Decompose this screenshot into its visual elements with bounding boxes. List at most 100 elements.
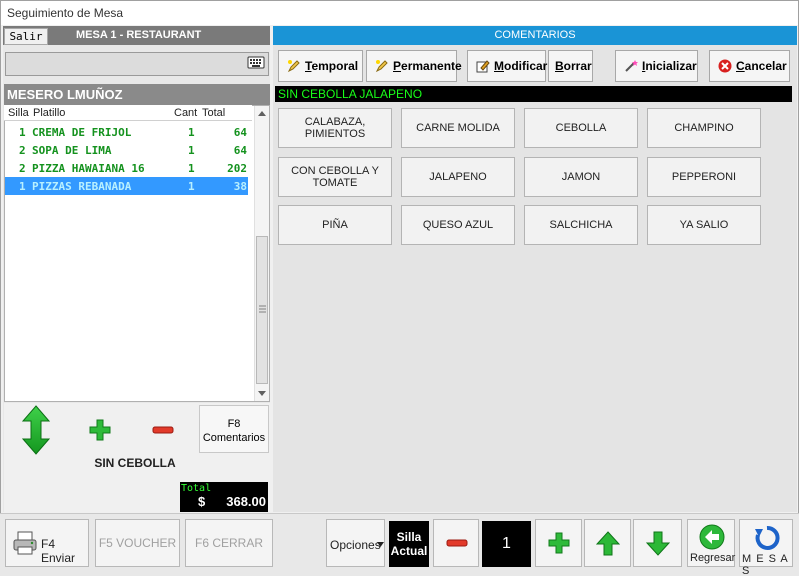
tables-label: M E S A S <box>742 553 789 576</box>
move-up-button[interactable] <box>584 519 631 567</box>
row-cant: 1 <box>188 126 195 139</box>
search-input[interactable] <box>6 53 246 75</box>
option-button[interactable]: PIÑA <box>278 205 392 245</box>
scroll-down-arrow-icon[interactable] <box>257 390 267 398</box>
row-platillo: SOPA DE LIMA <box>32 144 112 157</box>
window-title: Seguimiento de Mesa <box>1 1 798 25</box>
temporal-button[interactable]: Temporal <box>278 50 363 82</box>
option-button[interactable]: JAMON <box>524 157 638 197</box>
row-platillo: PIZZA HAWAIANA 16 <box>32 162 145 175</box>
modificar-accel: M <box>494 59 504 73</box>
back-label: Regresar <box>690 552 736 564</box>
option-button[interactable]: YA SALIO <box>647 205 761 245</box>
option-button[interactable]: CON CEBOLLA Y TOMATE <box>278 157 392 197</box>
cancelar-accel: C <box>736 59 745 73</box>
f8-key-label: F8 <box>227 418 241 430</box>
order-row-selected[interactable]: 1 PIZZAS REBANADA 1 38 <box>5 177 248 195</box>
order-row[interactable]: 1 CREMA DE FRIJOL 1 64 <box>5 123 248 141</box>
edit-note-icon <box>476 60 490 73</box>
inicializar-label: nicializar <box>645 59 697 73</box>
options-dropdown[interactable]: Opciones <box>326 519 385 567</box>
order-row[interactable]: 2 SOPA DE LIMA 1 64 <box>5 141 248 159</box>
arrow-down-icon <box>646 531 670 556</box>
grip-icon <box>259 305 266 313</box>
permanente-label: ermanente <box>401 59 462 73</box>
row-silla: 2 <box>19 162 26 175</box>
pencil-star-icon <box>287 60 300 73</box>
column-header-cant[interactable]: Cant <box>174 107 197 119</box>
table-title: MESA 1 - RESTAURANT <box>76 29 202 41</box>
selected-comment-label: SIN CEBOLLA <box>94 456 176 470</box>
borrar-label: orrar <box>563 59 592 73</box>
row-silla: 2 <box>19 144 26 157</box>
row-total: 64 <box>233 144 247 157</box>
chevron-down-icon <box>377 542 384 547</box>
pencil-star-icon <box>375 60 388 73</box>
row-total: 202 <box>227 162 247 175</box>
comments-header: COMENTARIOS <box>273 26 797 45</box>
row-cant: 1 <box>188 162 195 175</box>
current-seat-label: Silla Actual <box>389 521 429 567</box>
plus-icon <box>548 532 570 554</box>
seat-label-line1: Silla <box>396 530 422 544</box>
arrow-up-icon <box>596 531 620 556</box>
f6-close-button[interactable]: F6 CERRAR <box>185 519 273 567</box>
f4-send-label: F4 Enviar <box>41 537 76 565</box>
column-header-silla[interactable]: Silla <box>8 107 29 119</box>
inicializar-button[interactable]: Inicializar <box>615 50 698 82</box>
borrar-accel: B <box>555 59 564 73</box>
row-cant: 1 <box>188 144 195 157</box>
row-platillo: PIZZAS REBANADA <box>32 180 132 193</box>
move-up-down-icon[interactable] <box>22 405 50 455</box>
column-header-total[interactable]: Total <box>202 107 225 119</box>
f5-voucher-button[interactable]: F5 VOUCHER <box>95 519 180 567</box>
option-button[interactable]: CHAMPINO <box>647 108 761 148</box>
permanente-button[interactable]: Permanente <box>366 50 462 82</box>
total-label: Total <box>181 483 212 494</box>
row-silla: 1 <box>19 180 26 193</box>
order-row[interactable]: 2 PIZZA HAWAIANA 16 1 202 <box>5 159 248 177</box>
row-total: 64 <box>233 126 247 139</box>
f8-comments-label: Comentarios <box>202 432 266 444</box>
option-button[interactable]: SALCHICHA <box>524 205 638 245</box>
seat-plus-button[interactable] <box>535 519 582 567</box>
back-button[interactable]: Regresar <box>687 519 735 567</box>
borrar-button[interactable]: Borrar <box>548 50 593 82</box>
magic-wand-icon <box>625 60 638 72</box>
f8-comments-button[interactable]: F8 Comentarios <box>199 405 269 453</box>
keyboard-icon[interactable] <box>247 55 265 71</box>
row-silla: 1 <box>19 126 26 139</box>
exit-button[interactable]: Salir <box>4 28 48 45</box>
option-button[interactable]: CALABAZA, PIMIENTOS <box>278 108 392 148</box>
waiter-label: MESERO LMUÑOZ <box>4 84 270 105</box>
cancelar-button[interactable]: Cancelar <box>709 50 790 82</box>
column-header-platillo[interactable]: Platillo <box>33 107 65 119</box>
printer-icon <box>13 531 37 555</box>
option-button[interactable]: PEPPERONI <box>647 157 761 197</box>
scroll-up-arrow-icon[interactable] <box>257 109 267 117</box>
minus-icon[interactable] <box>152 426 174 434</box>
current-seat-value: 1 <box>482 521 531 567</box>
seat-minus-button[interactable] <box>433 519 479 567</box>
comment-text-display[interactable]: SIN CEBOLLA JALAPENO <box>275 86 792 102</box>
option-button[interactable]: QUESO AZUL <box>401 205 515 245</box>
row-total: 38 <box>233 180 247 193</box>
f4-send-button[interactable]: F4 Enviar <box>5 519 89 567</box>
move-down-button[interactable] <box>633 519 682 567</box>
options-label: Opciones <box>330 538 381 552</box>
cancelar-label: ancelar <box>744 59 787 73</box>
refresh-icon <box>755 526 780 550</box>
option-button[interactable]: CEBOLLA <box>524 108 638 148</box>
row-platillo: CREMA DE FRIJOL <box>32 126 132 139</box>
permanente-accel: P <box>393 59 402 73</box>
minus-icon <box>446 539 468 547</box>
tables-button[interactable]: M E S A S <box>739 519 793 576</box>
modificar-button[interactable]: Modificar <box>467 50 548 82</box>
plus-icon[interactable] <box>89 419 111 441</box>
option-button[interactable]: JALAPENO <box>401 157 515 197</box>
modificar-label: odificar <box>504 59 548 73</box>
total-value: 368.00 <box>226 494 266 509</box>
cancel-icon <box>718 59 732 73</box>
option-button[interactable]: CARNE MOLIDA <box>401 108 515 148</box>
back-arrow-icon <box>699 524 725 550</box>
